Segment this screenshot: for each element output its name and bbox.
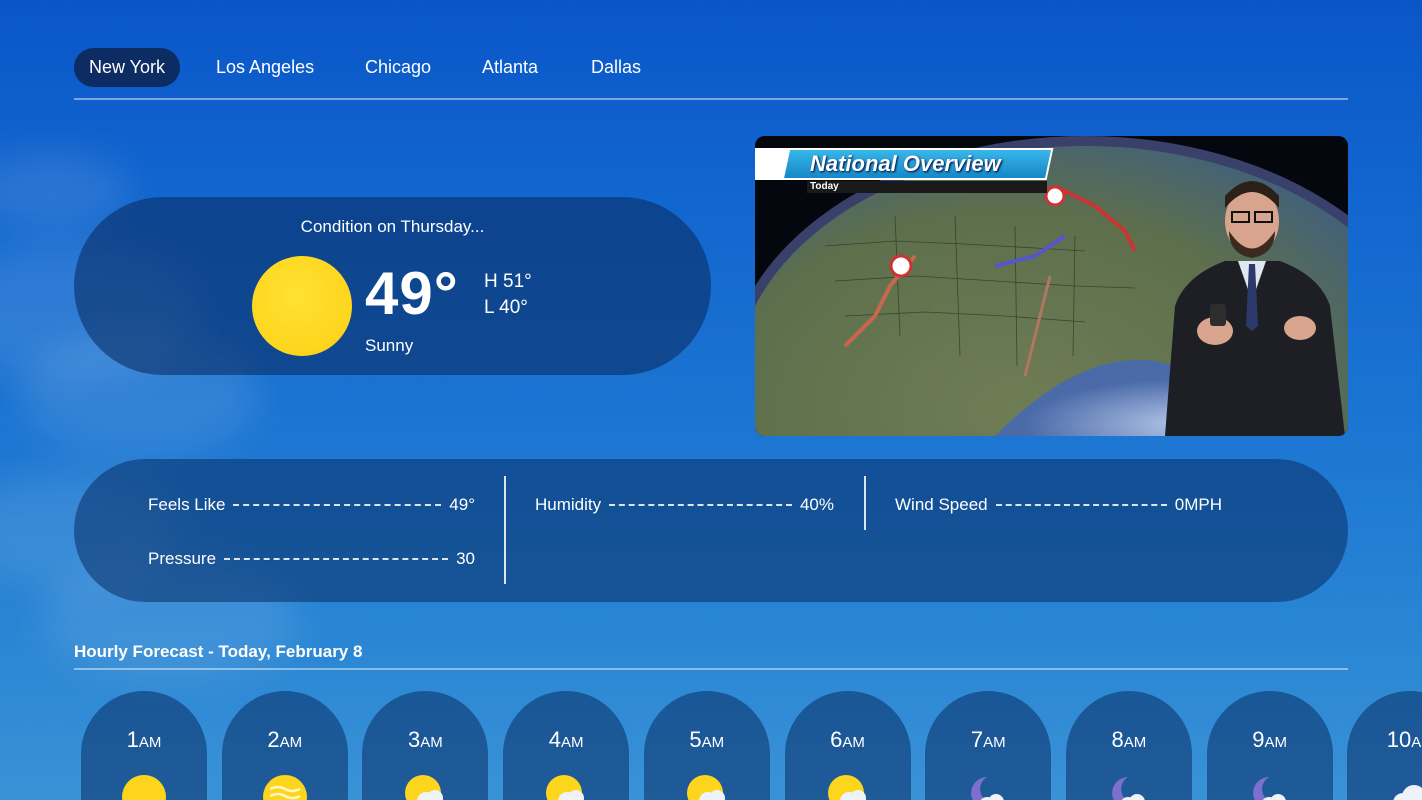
wind-speed-value: 0MPH — [1174, 495, 1222, 514]
hourly-card[interactable]: 7AM — [925, 691, 1052, 800]
hourly-hour: 1 — [126, 727, 139, 752]
hourly-time: 9AM — [1207, 727, 1333, 753]
hourly-divider — [74, 668, 1348, 670]
hourly-card[interactable]: 9AM — [1206, 691, 1333, 800]
hourly-time: 2AM — [222, 727, 348, 753]
tab-new-york[interactable]: New York — [74, 48, 181, 87]
hourly-ampm: AM — [1123, 734, 1147, 751]
hourly-ampm: AM — [279, 734, 303, 751]
hourly-hour: 8 — [1111, 727, 1124, 752]
hourly-card[interactable]: 3AM — [362, 691, 489, 800]
hourly-hour: 3 — [408, 727, 421, 752]
current-condition-card: Condition on Thursday... 49° H 51° L 40°… — [74, 197, 711, 375]
feels-like-label: Feels Like — [148, 495, 226, 514]
condition-text: Sunny — [365, 336, 414, 355]
hourly-time: 1AM — [81, 727, 207, 753]
hourly-card[interactable]: 2AM — [221, 691, 348, 800]
tab-dallas[interactable]: Dallas — [576, 48, 656, 87]
hourly-ampm: AM — [701, 734, 725, 751]
hourly-hour: 7 — [970, 727, 984, 752]
hourly-ampm: AM — [842, 734, 865, 751]
pressure-row: Pressure 30 — [148, 549, 475, 569]
video-banner-subtitle: Today — [810, 181, 839, 192]
sun-icon — [252, 256, 352, 356]
hourly-hour: 4 — [548, 727, 561, 752]
hourly-ampm: AM — [1264, 734, 1287, 751]
tab-los-angeles[interactable]: Los Angeles — [201, 48, 329, 87]
hourly-hour: 2 — [267, 727, 280, 752]
cloud-icon — [1387, 771, 1422, 800]
sun-haze-icon — [262, 771, 308, 800]
wind-speed-label: Wind Speed — [895, 495, 988, 514]
hourly-ampm: AM — [560, 734, 584, 751]
hourly-hour: 5 — [689, 727, 702, 752]
details-divider — [864, 476, 866, 530]
wind-speed-row: Wind Speed 0MPH — [895, 495, 1222, 515]
moon-cloud-icon — [1106, 771, 1152, 800]
details-divider — [504, 476, 506, 584]
hourly-card[interactable]: 4AM — [503, 691, 630, 800]
city-tabs: New York Los Angeles Chicago Atlanta Dal… — [74, 48, 1348, 100]
condition-title: Condition on Thursday... — [300, 217, 485, 236]
sun-icon — [121, 771, 167, 800]
hourly-ampm: AM — [138, 734, 162, 751]
hourly-ampm: AM — [1411, 734, 1422, 751]
hourly-ampm: AM — [420, 734, 443, 751]
pressure-label: Pressure — [148, 549, 217, 568]
humidity-value: 40% — [799, 495, 834, 514]
current-temperature: 49° — [365, 260, 459, 327]
feels-like-row: Feels Like 49° — [148, 495, 475, 515]
hourly-hour: 6 — [830, 727, 843, 752]
hourly-card[interactable]: 5AM — [643, 691, 770, 800]
hourly-card[interactable]: 10AM — [1347, 691, 1422, 800]
hourly-time: 6AM — [785, 727, 911, 753]
humidity-label: Humidity — [535, 495, 602, 514]
hourly-card[interactable]: 6AM — [784, 691, 911, 800]
humidity-row: Humidity 40% — [535, 495, 834, 515]
hourly-time: 7AM — [925, 727, 1051, 753]
hourly-time: 8AM — [1066, 727, 1192, 753]
hourly-card[interactable]: 1AM — [81, 691, 207, 800]
hourly-time: 5AM — [644, 727, 770, 753]
moon-cloud-icon — [1247, 771, 1293, 800]
low-temperature: L 40° — [484, 297, 528, 318]
hourly-hour: 9 — [1252, 727, 1265, 752]
hourly-ampm: AM — [983, 734, 1006, 751]
weather-details-card: Feels Like 49° Pressure 30 Humidity 40% … — [74, 459, 1348, 602]
hourly-time: 4AM — [503, 727, 629, 753]
hourly-time: 10AM — [1347, 727, 1422, 753]
weather-video-player[interactable]: National Overview Today — [755, 136, 1348, 436]
high-temperature: H 51° — [484, 271, 532, 292]
hourly-forecast-title: Hourly Forecast - Today, February 8 — [74, 642, 363, 661]
partly-cloudy-icon — [684, 771, 730, 800]
partly-cloudy-icon — [402, 771, 448, 800]
tab-atlanta[interactable]: Atlanta — [467, 48, 553, 87]
partly-cloudy-icon — [825, 771, 871, 800]
video-banner-title: National Overview — [810, 151, 1001, 176]
pressure-value: 30 — [456, 549, 475, 568]
partly-cloudy-icon — [543, 771, 589, 800]
tab-chicago[interactable]: Chicago — [350, 48, 446, 87]
hourly-hour: 10 — [1386, 727, 1412, 752]
hourly-time: 3AM — [362, 727, 488, 753]
feels-like-value: 49° — [449, 495, 475, 514]
moon-cloud-icon — [965, 771, 1011, 800]
hourly-card[interactable]: 8AM — [1065, 691, 1192, 800]
